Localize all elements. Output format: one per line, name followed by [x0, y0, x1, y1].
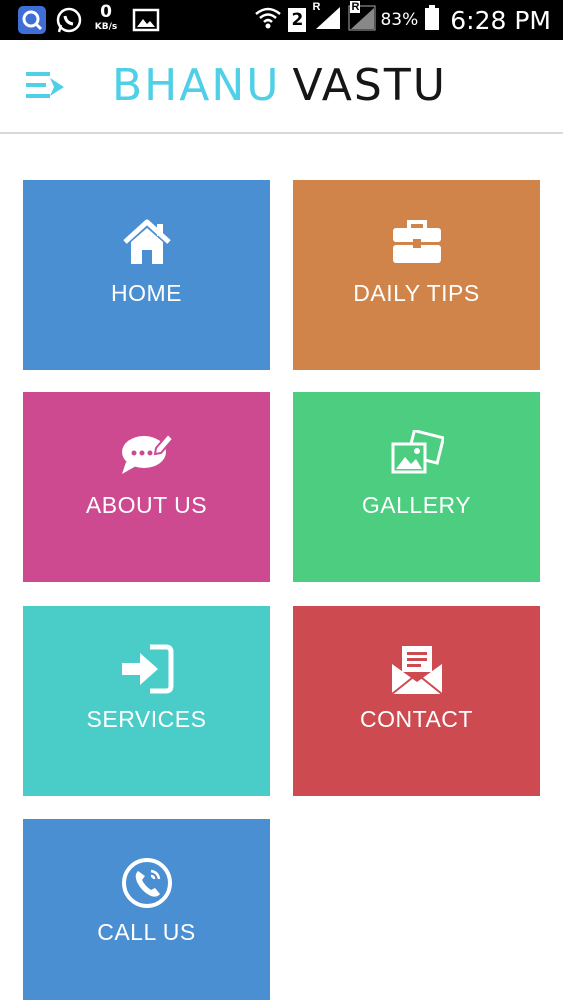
battery-icon	[424, 4, 440, 36]
roaming-indicator-2: R	[350, 0, 361, 13]
status-bar: 0 KB/s 2 R R 83% 6:28 PM	[0, 0, 563, 40]
tile-label: CALL US	[97, 919, 196, 945]
sim-slot-indicator: 2	[288, 8, 307, 32]
signal-icon: R	[312, 1, 342, 36]
envelope-icon	[293, 644, 540, 696]
image-icon	[132, 6, 160, 34]
tile-label: CONTACT	[360, 706, 473, 732]
home-icon	[23, 218, 270, 270]
tile-label: SERVICES	[86, 706, 207, 732]
tile-label: ABOUT US	[85, 492, 208, 518]
pictures-icon	[293, 430, 540, 482]
tile-services[interactable]: SERVICES	[23, 606, 270, 796]
chat-bubble-icon	[23, 430, 270, 482]
app-brand-title: BHANU VASTU	[112, 60, 447, 112]
network-speed: 0 KB/s	[92, 4, 120, 32]
signal-icon-2: R	[348, 0, 376, 36]
tile-label: GALLERY	[361, 492, 472, 518]
wifi-icon	[254, 5, 282, 36]
status-bar-right: 2 R R 83% 6:28 PM	[248, 0, 551, 40]
tile-daily-tips[interactable]: DAILY TIPS	[293, 180, 540, 370]
menu-icon	[26, 72, 66, 108]
brand-part-2: VASTU	[292, 60, 447, 111]
tile-about-us[interactable]: ABOUT US	[23, 392, 270, 582]
whatsapp-icon	[55, 6, 83, 34]
net-speed-value: 0	[100, 2, 112, 22]
tile-gallery[interactable]: GALLERY	[293, 392, 540, 582]
sign-in-icon	[23, 644, 270, 696]
battery-percent: 83%	[380, 10, 419, 30]
tile-label: DAILY TIPS	[353, 280, 480, 306]
search-app-icon	[18, 6, 46, 34]
roaming-indicator: R	[312, 0, 321, 13]
app-header: BHANU VASTU	[0, 40, 563, 134]
net-speed-unit: KB/s	[94, 22, 118, 32]
tile-call-us[interactable]: CALL US	[23, 819, 270, 1000]
tile-label: HOME	[111, 280, 182, 306]
status-time: 6:28 PM	[450, 5, 551, 35]
briefcase-icon	[293, 218, 540, 270]
menu-button[interactable]	[26, 68, 66, 104]
tile-contact[interactable]: CONTACT	[293, 606, 540, 796]
tile-home[interactable]: HOME	[23, 180, 270, 370]
phone-icon	[23, 857, 270, 909]
brand-part-1: BHANU	[112, 60, 281, 111]
